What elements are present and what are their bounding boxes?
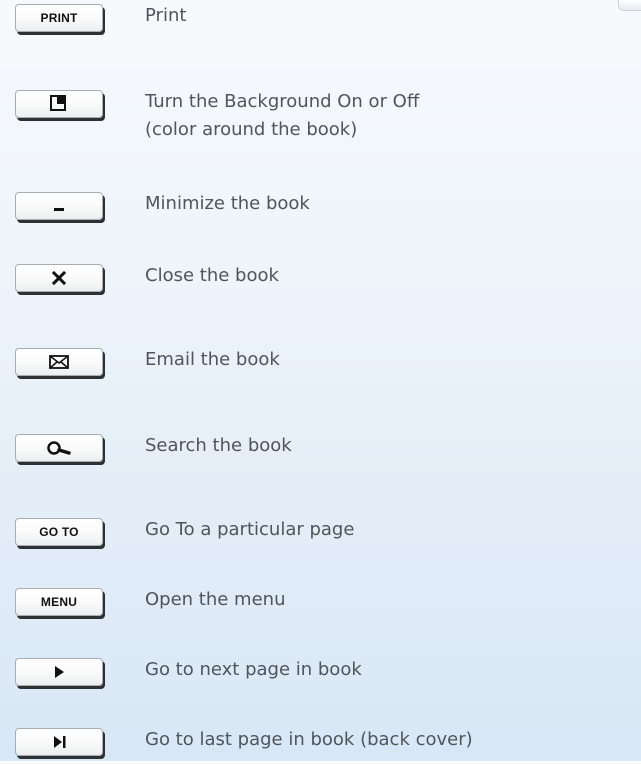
background-toggle-button[interactable]	[15, 90, 103, 118]
minimize-icon	[45, 196, 73, 216]
print-button[interactable]: PRINT	[15, 4, 103, 32]
description-line: Minimize the book	[145, 193, 310, 214]
next-page-icon	[45, 662, 73, 682]
description-line: Go to last page in book (back cover)	[145, 729, 473, 750]
background-toggle-icon	[45, 94, 73, 114]
next-page-button[interactable]	[15, 658, 103, 686]
legend-row-last-page: Go to last page in book (back cover)	[15, 724, 641, 764]
search-icon	[45, 438, 73, 458]
last-page-icon	[45, 732, 73, 752]
email-button[interactable]	[15, 348, 103, 376]
close-button[interactable]	[15, 264, 103, 292]
legend-row-goto: GO TO Go To a particular page	[15, 514, 641, 554]
print-button-label: PRINT	[40, 11, 78, 25]
description-line: Open the menu	[145, 589, 286, 610]
description-line: (color around the book)	[145, 119, 358, 140]
description-line: Go To a particular page	[145, 519, 355, 540]
menu-button-label: MENU	[40, 595, 78, 609]
search-button[interactable]	[15, 434, 103, 462]
description-line: Turn the Background On or Off	[145, 91, 420, 112]
goto-button-label: GO TO	[39, 525, 79, 539]
print-description: Print	[145, 2, 186, 30]
legend-row-background: Turn the Background On or Off (color aro…	[15, 86, 641, 140]
search-description: Search the book	[145, 432, 292, 460]
legend-row-minimize: Minimize the book	[15, 188, 641, 228]
goto-button[interactable]: GO TO	[15, 518, 103, 546]
legend-row-search: Search the book	[15, 430, 641, 470]
legend-row-email: Email the book	[15, 344, 641, 384]
email-icon	[45, 352, 73, 372]
description-line: Email the book	[145, 349, 280, 370]
background-toggle-description: Turn the Background On or Off (color aro…	[145, 88, 419, 144]
minimize-button[interactable]	[15, 192, 103, 220]
last-page-description: Go to last page in book (back cover)	[145, 726, 473, 754]
description-line: Go to next page in book	[145, 659, 362, 680]
last-page-button[interactable]	[15, 728, 103, 756]
description-line: Close the book	[145, 265, 279, 286]
menu-description: Open the menu	[145, 586, 285, 614]
menu-button[interactable]: MENU	[15, 588, 103, 616]
legend-row-menu: MENU Open the menu	[15, 584, 641, 624]
close-icon	[45, 268, 73, 288]
minimize-description: Minimize the book	[145, 190, 310, 218]
close-description: Close the book	[145, 262, 279, 290]
next-page-description: Go to next page in book	[145, 656, 362, 684]
legend-row-next-page: Go to next page in book	[15, 654, 641, 694]
goto-description: Go To a particular page	[145, 516, 354, 544]
legend-row-print: PRINT Print	[15, 0, 641, 40]
description-line: Print	[145, 5, 187, 26]
legend-row-close: Close the book	[15, 260, 641, 300]
description-line: Search the book	[145, 435, 292, 456]
email-description: Email the book	[145, 346, 280, 374]
